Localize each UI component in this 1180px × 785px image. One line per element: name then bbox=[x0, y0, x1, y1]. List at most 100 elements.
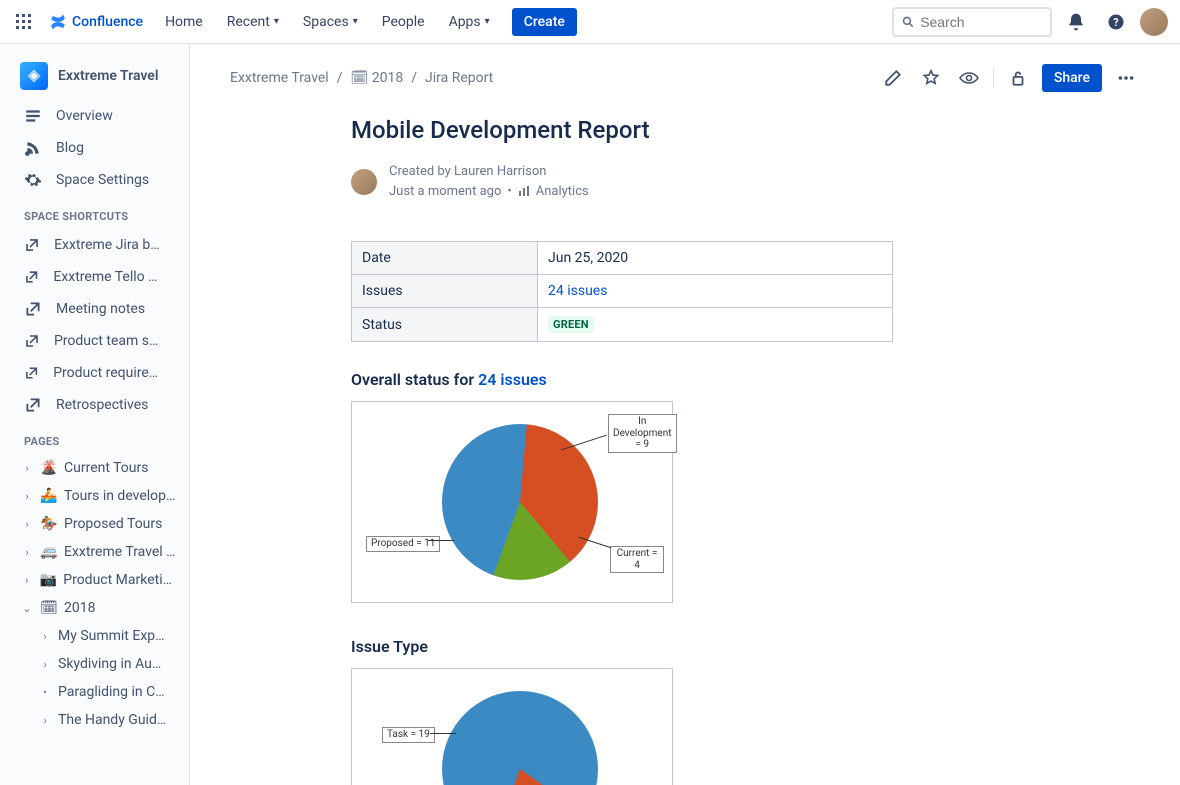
sidebar-overview[interactable]: Overview bbox=[0, 100, 189, 132]
crumb-page[interactable]: Jira Report bbox=[425, 70, 493, 86]
nav-people[interactable]: People bbox=[372, 8, 435, 36]
page-title: Mobile Development Report bbox=[351, 116, 1045, 144]
restrictions-icon[interactable] bbox=[1004, 64, 1032, 92]
blog-icon bbox=[24, 139, 42, 157]
shortcut-icon bbox=[24, 396, 42, 414]
app-switcher-icon[interactable] bbox=[12, 10, 36, 34]
shortcut-item[interactable]: Retrospectives bbox=[0, 389, 189, 421]
expand-icon[interactable]: › bbox=[38, 630, 52, 643]
expand-icon[interactable]: › bbox=[38, 658, 52, 671]
author-avatar[interactable] bbox=[351, 169, 377, 195]
shortcut-item[interactable]: Product team space bbox=[0, 325, 189, 357]
expand-icon[interactable]: › bbox=[20, 546, 34, 559]
author-line: Created by Lauren Harrison bbox=[389, 162, 589, 182]
issues-link[interactable]: 24 issues bbox=[478, 370, 547, 389]
svg-text:?: ? bbox=[1113, 16, 1118, 29]
chevron-down-icon: ▾ bbox=[274, 16, 279, 27]
space-icon bbox=[20, 62, 48, 90]
table-row: DateJun 25, 2020 bbox=[352, 242, 893, 275]
edit-icon[interactable] bbox=[879, 64, 907, 92]
topbar-right: ? bbox=[892, 6, 1168, 38]
overview-icon bbox=[24, 107, 42, 125]
nav-recent[interactable]: Recent▾ bbox=[217, 8, 289, 36]
info-table: DateJun 25, 2020Issues24 issuesStatusGRE… bbox=[351, 241, 893, 342]
page-tree-child[interactable]: ›The Handy Guide… bbox=[0, 706, 189, 734]
expand-icon[interactable]: ⌄ bbox=[20, 602, 34, 615]
page-tree-item[interactable]: ⌄🗓2018 bbox=[0, 594, 189, 622]
search-field[interactable] bbox=[920, 14, 1042, 30]
crumb-space[interactable]: Exxtreme Travel bbox=[230, 70, 329, 86]
shortcut-item[interactable]: Product requiremen… bbox=[0, 357, 189, 389]
shortcuts-heading: SPACE SHORTCUTS bbox=[0, 196, 189, 229]
breadcrumb: Exxtreme Travel / 🗓 2018 / Jira Report bbox=[230, 70, 493, 86]
chart-issue-type: Task = 19 bbox=[351, 668, 673, 785]
shortcut-item[interactable]: Exxtreme Tello board bbox=[0, 261, 189, 293]
analytics-icon bbox=[518, 185, 530, 197]
chart-label: InDevelopment= 9 bbox=[608, 414, 677, 453]
issues-link[interactable]: 24 issues bbox=[548, 283, 607, 299]
article: Mobile Development Report Created by Lau… bbox=[325, 116, 1045, 785]
page-tree-item[interactable]: ›📷Product Marketin… bbox=[0, 566, 189, 594]
pie-chart bbox=[442, 424, 598, 580]
shortcut-item[interactable]: Meeting notes bbox=[0, 293, 189, 325]
chart-label: Task = 19 bbox=[382, 727, 435, 743]
page-actions: Share bbox=[879, 64, 1140, 92]
sidebar-space-settings[interactable]: Space Settings bbox=[0, 164, 189, 196]
nav-apps[interactable]: Apps▾ bbox=[439, 8, 500, 36]
shortcut-item[interactable]: Exxtreme Jira board bbox=[0, 229, 189, 261]
expand-icon[interactable]: › bbox=[20, 462, 34, 475]
sidebar-blog[interactable]: Blog bbox=[0, 132, 189, 164]
shortcut-icon bbox=[24, 236, 40, 254]
chevron-down-icon: ▾ bbox=[353, 16, 358, 27]
crumb-parent[interactable]: 🗓 2018 bbox=[351, 70, 404, 86]
page-tree-item[interactable]: ›🏇Proposed Tours bbox=[0, 510, 189, 538]
content: Exxtreme Travel / 🗓 2018 / Jira Report S… bbox=[190, 44, 1180, 785]
shortcut-icon bbox=[24, 364, 39, 382]
topbar-left: Confluence Home Recent▾ Spaces▾ People A… bbox=[12, 8, 577, 36]
help-icon[interactable]: ? bbox=[1100, 6, 1132, 38]
pagebar: Exxtreme Travel / 🗓 2018 / Jira Report S… bbox=[230, 64, 1140, 92]
page-tree-item[interactable]: ›🚐Exxtreme Travel … bbox=[0, 538, 189, 566]
chevron-down-icon: ▾ bbox=[485, 16, 490, 27]
share-button[interactable]: Share bbox=[1042, 64, 1102, 92]
divider bbox=[993, 68, 994, 88]
section-issue-type: Issue Type bbox=[351, 637, 1045, 656]
shortcut-icon bbox=[24, 300, 42, 318]
expand-icon[interactable]: › bbox=[20, 490, 34, 503]
pages-heading: PAGES bbox=[0, 421, 189, 454]
star-icon[interactable] bbox=[917, 64, 945, 92]
expand-icon[interactable]: › bbox=[20, 574, 34, 587]
pie-chart bbox=[442, 691, 598, 785]
table-row: Issues24 issues bbox=[352, 275, 893, 308]
table-row: StatusGREEN bbox=[352, 308, 893, 342]
chart-label: Proposed = 11 bbox=[366, 536, 440, 552]
expand-icon[interactable]: › bbox=[20, 518, 34, 531]
analytics-link[interactable]: Analytics bbox=[536, 182, 589, 202]
status-badge: GREEN bbox=[548, 316, 594, 333]
space-name: Exxtreme Travel bbox=[58, 68, 158, 84]
page-tree-item[interactable]: ›🌋Current Tours bbox=[0, 454, 189, 482]
byline: Created by Lauren Harrison Just a moment… bbox=[351, 162, 1045, 201]
nav-spaces[interactable]: Spaces▾ bbox=[293, 8, 368, 36]
page-tree-item[interactable]: ›🚣Tours in develop… bbox=[0, 482, 189, 510]
expand-icon[interactable]: • bbox=[38, 686, 52, 699]
page-tree-child[interactable]: ›My Summit Exper… bbox=[0, 622, 189, 650]
watch-icon[interactable] bbox=[955, 64, 983, 92]
main: Exxtreme Travel Overview Blog Space Sett… bbox=[0, 44, 1180, 785]
shortcut-icon bbox=[24, 332, 40, 350]
page-tree-child[interactable]: •Paragliding in Co… bbox=[0, 678, 189, 706]
search-icon bbox=[902, 15, 914, 29]
expand-icon[interactable]: › bbox=[38, 714, 52, 727]
search-input[interactable] bbox=[892, 7, 1052, 37]
notifications-icon[interactable] bbox=[1060, 6, 1092, 38]
create-button[interactable]: Create bbox=[512, 8, 577, 36]
chart-label: Current = 4 bbox=[610, 546, 664, 573]
page-tree-child[interactable]: ›Skydiving in Aust… bbox=[0, 650, 189, 678]
user-avatar[interactable] bbox=[1140, 8, 1168, 36]
confluence-logo[interactable]: Confluence bbox=[48, 12, 143, 32]
chart-overall-status: Proposed = 11InDevelopment= 9Current = 4 bbox=[351, 401, 673, 603]
timestamp: Just a moment ago bbox=[389, 182, 501, 202]
more-icon[interactable] bbox=[1112, 64, 1140, 92]
space-header[interactable]: Exxtreme Travel bbox=[0, 56, 189, 100]
nav-home[interactable]: Home bbox=[155, 8, 213, 36]
